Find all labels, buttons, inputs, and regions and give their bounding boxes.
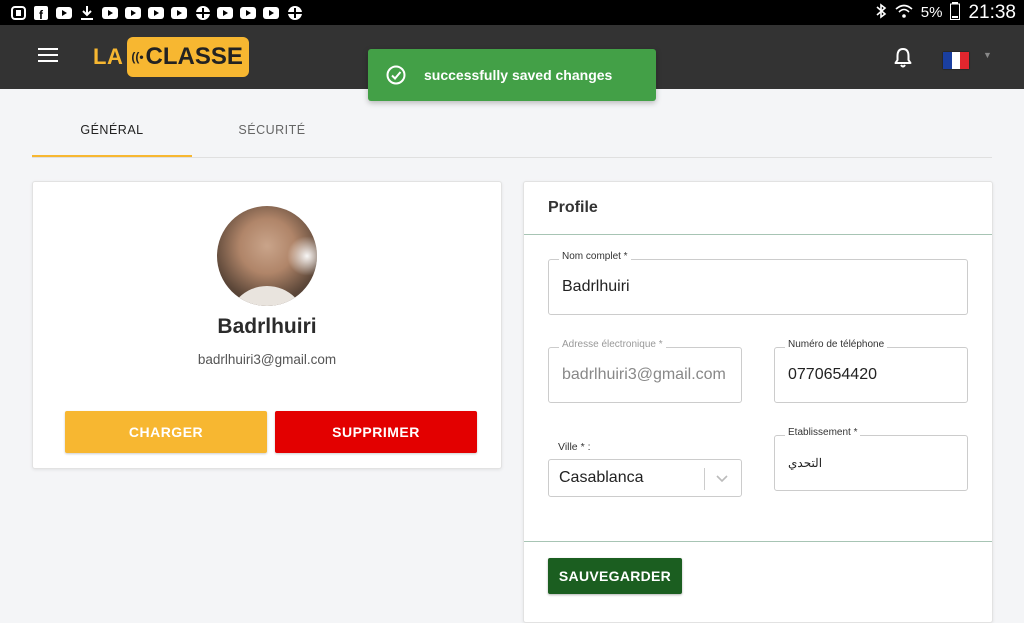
avatar [217,206,317,306]
phone-field[interactable]: Numéro de téléphone 0770654420 [774,339,968,403]
tab-security[interactable]: SÉCURITÉ [192,110,352,155]
menu-icon[interactable] [38,48,58,64]
full-name-value: Badrlhuiri [562,278,630,295]
form-header-divider [524,234,992,235]
tab-general[interactable]: GÉNÉRAL [32,110,192,157]
youtube-icon [240,6,256,20]
upload-photo-button[interactable]: CHARGER [65,411,267,453]
toast-message: successfully saved changes [424,67,613,83]
logo-classe-text: CLASSE [145,43,243,70]
youtube-icon [125,6,141,20]
clock: 21:38 [968,1,1016,23]
save-button[interactable]: SAUVEGARDER [548,558,682,594]
signal-icon: ((• [131,50,144,64]
chevron-down-icon[interactable] [715,471,729,485]
youtube-icon [148,6,164,20]
profile-card: Badrlhuiri badrlhuiri3@gmail.com CHARGER… [32,181,502,469]
bell-icon[interactable] [893,47,913,69]
youtube-icon [56,6,72,20]
battery-percent: 5% [920,4,943,21]
notification-icon [10,5,26,20]
bluetooth-icon [875,2,887,23]
logo-la-text: LA [93,44,124,69]
facebook-icon: f [33,5,49,20]
delete-photo-button[interactable]: SUPPRIMER [275,411,477,453]
city-label: Ville * : [558,441,591,453]
select-separator [704,468,705,490]
city-value: Casablanca [559,469,644,486]
profile-email: badrlhuiri3@gmail.com [197,352,337,367]
city-select[interactable]: Casablanca [548,459,742,497]
email-value: badrlhuiri3@gmail.com [562,366,726,383]
notification-icons: f [0,5,302,20]
tab-bar: GÉNÉRAL SÉCURITÉ [32,110,992,158]
youtube-icon [171,6,187,20]
check-circle-icon [386,65,406,85]
school-field[interactable]: Etablissement * التحدي [774,427,968,491]
form-title: Profile [548,199,598,216]
battery-icon [950,1,961,24]
full-name-field[interactable]: Nom complet * Badrlhuiri [548,251,968,315]
status-bar: f 5% 21:38 [0,0,1024,25]
logo-classe-box: ((• CLASSE [127,37,249,77]
wifi-icon [895,4,913,22]
download-icon [79,6,95,20]
system-status: 5% 21:38 [875,1,1024,24]
france-flag-icon[interactable] [943,52,970,69]
youtube-icon [263,6,279,20]
chevron-down-icon[interactable]: ▼ [983,50,992,60]
success-toast: successfully saved changes [368,49,656,101]
profile-form-card: Profile Nom complet * Badrlhuiri Adresse… [523,181,993,623]
school-value: التحدي [788,456,823,470]
airplane-icon [286,5,302,20]
app-logo[interactable]: LA ((• CLASSE [93,37,249,77]
phone-value: 0770654420 [788,366,877,383]
email-field[interactable]: Adresse électronique * badrlhuiri3@gmail… [548,339,742,403]
youtube-icon [102,6,118,20]
airplane-icon [194,5,210,20]
profile-name: Badrlhuiri [217,315,317,338]
youtube-icon [217,6,233,20]
form-footer-divider [524,541,992,542]
